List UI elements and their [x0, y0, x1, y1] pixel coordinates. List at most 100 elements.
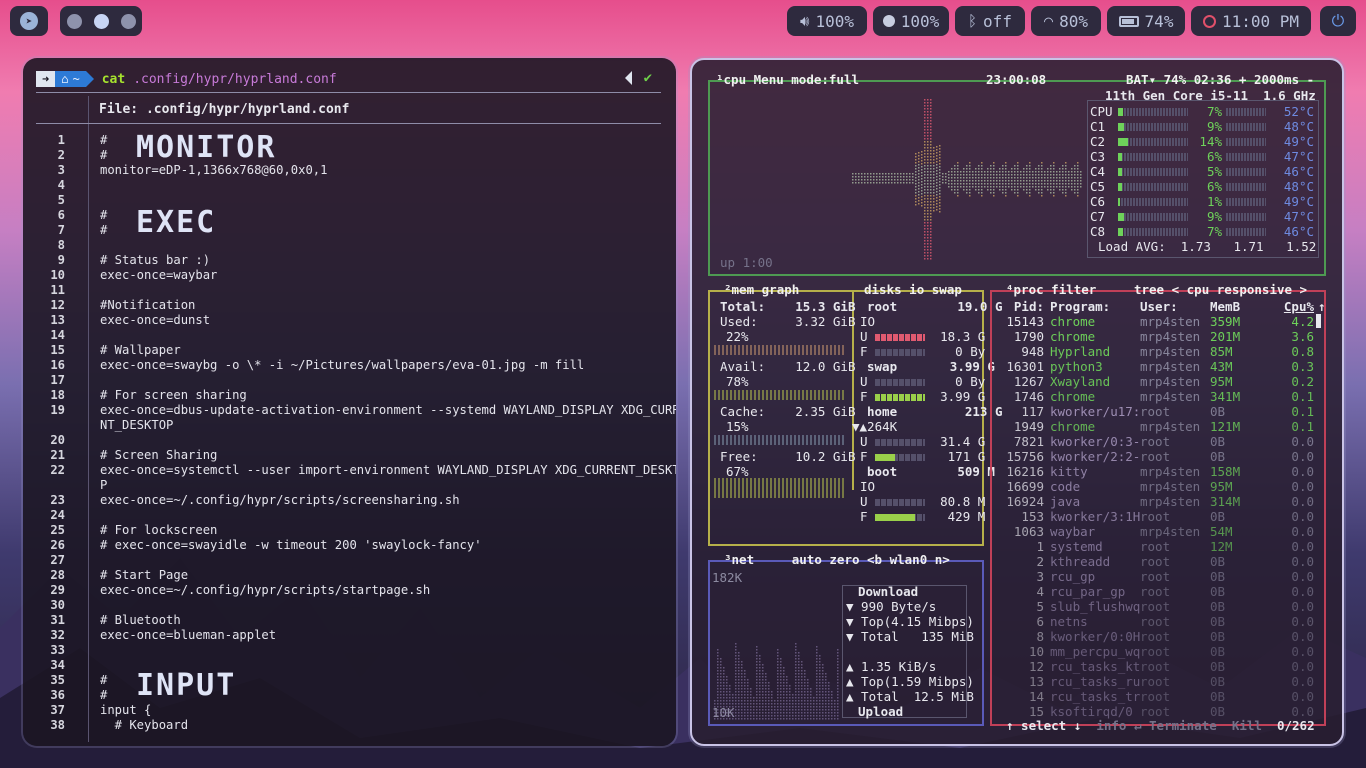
disk-boot: boot 509 M	[867, 464, 995, 479]
process-row[interactable]: 15143 chrome mrp4sten 359M 4.2	[998, 314, 1314, 329]
code-line: 31 # Bluetooth	[23, 613, 663, 628]
wifi-module[interactable]: ◠ 80%	[1031, 6, 1101, 36]
cpu-clock: 23:00:08	[986, 72, 1047, 87]
clock-icon	[1202, 14, 1216, 28]
line-text: # Start Page	[100, 568, 189, 582]
proc-scrollbar[interactable]	[1316, 314, 1321, 328]
net-graph	[714, 643, 839, 720]
process-row[interactable]: 1746 chrome mrp4sten 341M 0.1	[998, 389, 1314, 404]
process-row[interactable]: 16699 code mrp4sten 95M 0.0	[998, 479, 1314, 494]
process-row[interactable]: 1 systemd root 12M 0.0	[998, 539, 1314, 554]
line-text: monitor=eDP-1,1366x768@60,0x0,1	[100, 163, 328, 177]
volume-module[interactable]: 🔊︎ 100%	[787, 6, 867, 36]
command: cat	[101, 71, 126, 87]
disk-root-free: F 0 By	[860, 344, 986, 359]
workspace-1[interactable]	[66, 13, 82, 29]
line-text: exec-once=~/.config/hypr/scripts/startpa…	[100, 583, 431, 597]
process-row[interactable]: 16301 python3 mrp4sten 43M 0.3	[998, 359, 1314, 374]
net-download-title: Download	[858, 584, 919, 599]
workspace-3[interactable]	[120, 13, 136, 29]
process-row[interactable]: 117 kworker/u17: root 0B 0.1	[998, 404, 1314, 419]
process-row[interactable]: 16924 java mrp4sten 314M 0.0	[998, 494, 1314, 509]
info-hint[interactable]: info ↵	[1096, 718, 1141, 733]
prompt-home: ⌂ ~	[55, 71, 86, 87]
disk-root-io: IO	[860, 314, 876, 329]
code-line: 14	[23, 328, 663, 343]
col-pid[interactable]: Pid:	[998, 299, 1044, 314]
process-row[interactable]: 153 kworker/3:1H root 0B 0.0	[998, 509, 1314, 524]
cpu-graph	[852, 99, 1082, 260]
brightness-module[interactable]: 100%	[873, 6, 949, 36]
col-user[interactable]: User:	[1140, 299, 1210, 314]
process-row[interactable]: 1267 Xwayland mrp4sten 95M 0.2	[998, 374, 1314, 389]
process-row[interactable]: 13 rcu_tasks_ru root 0B 0.0	[998, 674, 1314, 689]
col-program[interactable]: Program:	[1050, 299, 1140, 314]
net-download-rate: ▼ 990 Byte/s	[846, 599, 937, 614]
line-number: 30	[50, 598, 65, 612]
speaker-icon: 🔊︎	[800, 12, 810, 30]
btop-window[interactable]: ¹cpu Menu mode:full 23:00:08 BAT▾ 74% 02…	[690, 58, 1344, 746]
code-line: 2 #	[23, 148, 663, 163]
cpu-cores: CPU 7% 52°C C1 9% 48°C C2 14% 49°C C3 6% 47°C C4 5% 46…	[1090, 104, 1315, 239]
col-cpu[interactable]: Cpu%	[1250, 299, 1314, 314]
process-row[interactable]: 8 kworker/0:0H root 0B 0.0	[998, 629, 1314, 644]
line-text: #	[100, 673, 108, 687]
code-line: NT_DESKTOP	[23, 418, 663, 433]
bluetooth-module[interactable]: ᛒ off	[955, 6, 1025, 36]
process-row[interactable]: 7821 kworker/0:3- root 0B 0.0	[998, 434, 1314, 449]
cpu-core-row: CPU 7% 52°C	[1090, 104, 1314, 119]
line-number: 21	[50, 448, 65, 462]
code-line: 32 exec-once=blueman-applet	[23, 628, 663, 643]
process-row[interactable]: 1949 chrome mrp4sten 121M 0.1	[998, 419, 1314, 434]
process-row[interactable]: 4 rcu_par_gp root 0B 0.0	[998, 584, 1314, 599]
process-row[interactable]: 16216 kitty mrp4sten 158M 0.0	[998, 464, 1314, 479]
select-hint[interactable]: ↑ select ↓	[1006, 718, 1081, 733]
battery-module[interactable]: 74%	[1107, 6, 1185, 36]
code-line: 35 #	[23, 673, 663, 688]
code-line: 10 exec-once=waybar	[23, 268, 663, 283]
col-mem[interactable]: MemB	[1210, 299, 1250, 314]
process-list: 15143 chrome mrp4sten 359M 4.2 1790 chrome mrp4…	[998, 314, 1314, 719]
line-number: 22	[50, 463, 65, 477]
power-button[interactable]: ⏻	[1320, 6, 1356, 36]
process-row[interactable]: 1063 waybar mrp4sten 54M 0.0	[998, 524, 1314, 539]
brightness-value: 100%	[900, 11, 940, 31]
terminal-window[interactable]: ➜ ⌂ ~ cat .config/hypr/hyprland.conf ✔ F…	[23, 58, 676, 746]
process-row[interactable]: 6 netns root 0B 0.0	[998, 614, 1314, 629]
code-line: 7 #	[23, 223, 663, 238]
launcher-button[interactable]: ➤	[10, 6, 48, 36]
line-number: 31	[50, 613, 65, 627]
process-row[interactable]: 10 mm_percpu_wq root 0B 0.0	[998, 644, 1314, 659]
line-number: 19	[50, 403, 65, 417]
process-row[interactable]: 1790 chrome mrp4sten 201M 3.6	[998, 329, 1314, 344]
line-number: 24	[50, 508, 65, 522]
disk-root: root 19.0 G	[867, 299, 1003, 314]
disk-tabs: disks io swap	[864, 282, 962, 297]
cpu-core-row: C1 9% 48°C	[1090, 119, 1314, 134]
net-download-total: ▼ Total 135 MiB	[846, 629, 974, 644]
code-line: 6 #	[23, 208, 663, 223]
process-row[interactable]: 15756 kworker/2:2- root 0B 0.0	[998, 449, 1314, 464]
workspace-2[interactable]	[93, 13, 109, 29]
clock-module[interactable]: 11:00 PM	[1191, 6, 1311, 36]
process-row[interactable]: 15 ksoftirqd/0 root 0B 0.0	[998, 704, 1314, 719]
disk-boot-used: U 80.8 M	[860, 494, 986, 509]
line-number: 23	[50, 493, 65, 507]
terminate-hint[interactable]: Terminate	[1149, 718, 1217, 733]
process-row[interactable]: 5 slub_flushwq root 0B 0.0	[998, 599, 1314, 614]
code-line: 36 #	[23, 688, 663, 703]
process-row[interactable]: 948 Hyprland mrp4sten 85M 0.8	[998, 344, 1314, 359]
code-line: 9 # Status bar :)	[23, 253, 663, 268]
banner-monitor: MONITOR	[136, 130, 277, 165]
line-number: 13	[50, 313, 65, 327]
line-text: # Screen Sharing	[100, 448, 218, 462]
code-line: 24	[23, 508, 663, 523]
process-row[interactable]: 14 rcu_tasks_tr root 0B 0.0	[998, 689, 1314, 704]
kill-hint[interactable]: Kill	[1232, 718, 1262, 733]
net-tabs: ³net auto zero <b wlan0 n>	[724, 552, 950, 567]
process-row[interactable]: 2 kthreadd root 0B 0.0	[998, 554, 1314, 569]
process-row[interactable]: 3 rcu_gp root 0B 0.0	[998, 569, 1314, 584]
process-row[interactable]: 12 rcu_tasks_kt root 0B 0.0	[998, 659, 1314, 674]
line-text: input {	[100, 703, 152, 717]
disk-boot-free: F 429 M	[860, 509, 986, 524]
